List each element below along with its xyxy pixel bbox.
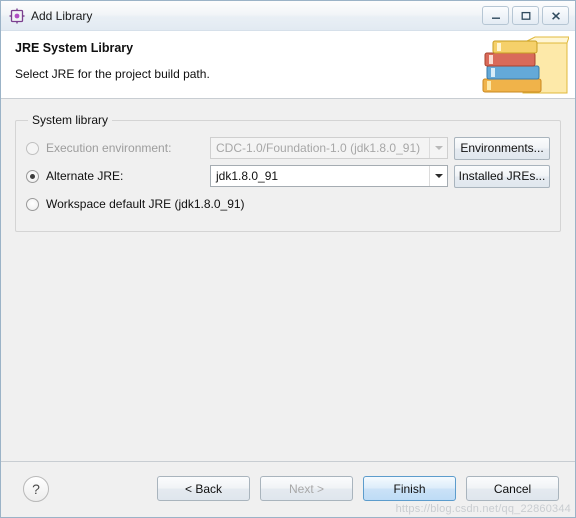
label-execution-environment: Execution environment: <box>46 141 172 155</box>
row-workspace-default-jre: Workspace default JRE (jdk1.8.0_91) <box>26 191 550 217</box>
window-controls <box>482 6 569 25</box>
dialog-footer: ? < Back Next > Finish Cancel https://bl… <box>1 461 575 517</box>
finish-button[interactable]: Finish <box>363 476 456 501</box>
environments-button[interactable]: Environments... <box>454 136 550 160</box>
execution-environment-combo-value: CDC-1.0/Foundation-1.0 (jdk1.8.0_91) <box>216 141 421 155</box>
label-alternate-jre: Alternate JRE: <box>46 169 124 183</box>
alternate-jre-combo-value: jdk1.8.0_91 <box>216 169 279 183</box>
installed-jres-button[interactable]: Installed JREs... <box>454 164 550 188</box>
dialog-body: System library Execution environment: CD… <box>1 99 575 461</box>
radio-execution-environment[interactable] <box>26 141 39 155</box>
window-title: Add Library <box>31 8 93 23</box>
dialog-header: JRE System Library Select JRE for the pr… <box>1 31 575 99</box>
maximize-button[interactable] <box>512 6 539 25</box>
radio-workspace-default-jre[interactable] <box>26 197 39 211</box>
cancel-button[interactable]: Cancel <box>466 476 559 501</box>
system-library-group: System library Execution environment: CD… <box>15 113 561 232</box>
watermark: https://blog.csdn.net/qq_22860344 <box>395 503 571 515</box>
add-library-dialog: Add Library JRE System Library Select JR… <box>0 0 576 518</box>
label-workspace-default-jre: Workspace default JRE (jdk1.8.0_91) <box>46 197 245 211</box>
title-bar: Add Library <box>1 1 575 31</box>
execution-environment-combo[interactable]: CDC-1.0/Foundation-1.0 (jdk1.8.0_91) <box>210 137 448 159</box>
books-icon <box>473 35 570 97</box>
row-execution-environment: Execution environment: CDC-1.0/Foundatio… <box>26 135 550 161</box>
next-button: Next > <box>260 476 353 501</box>
alternate-jre-combo[interactable]: jdk1.8.0_91 <box>210 165 448 187</box>
minimize-button[interactable] <box>482 6 509 25</box>
system-library-legend: System library <box>32 113 109 127</box>
radio-alternate-jre[interactable] <box>26 169 39 183</box>
chevron-down-icon[interactable] <box>429 138 447 158</box>
back-button[interactable]: < Back <box>157 476 250 501</box>
row-alternate-jre: Alternate JRE: jdk1.8.0_91 Installed JRE… <box>26 163 550 189</box>
close-button[interactable] <box>542 6 569 25</box>
chevron-down-icon[interactable] <box>429 166 447 186</box>
app-icon <box>9 8 25 24</box>
help-button[interactable]: ? <box>23 476 49 502</box>
footer-button-group: < Back Next > Finish Cancel <box>157 476 559 501</box>
